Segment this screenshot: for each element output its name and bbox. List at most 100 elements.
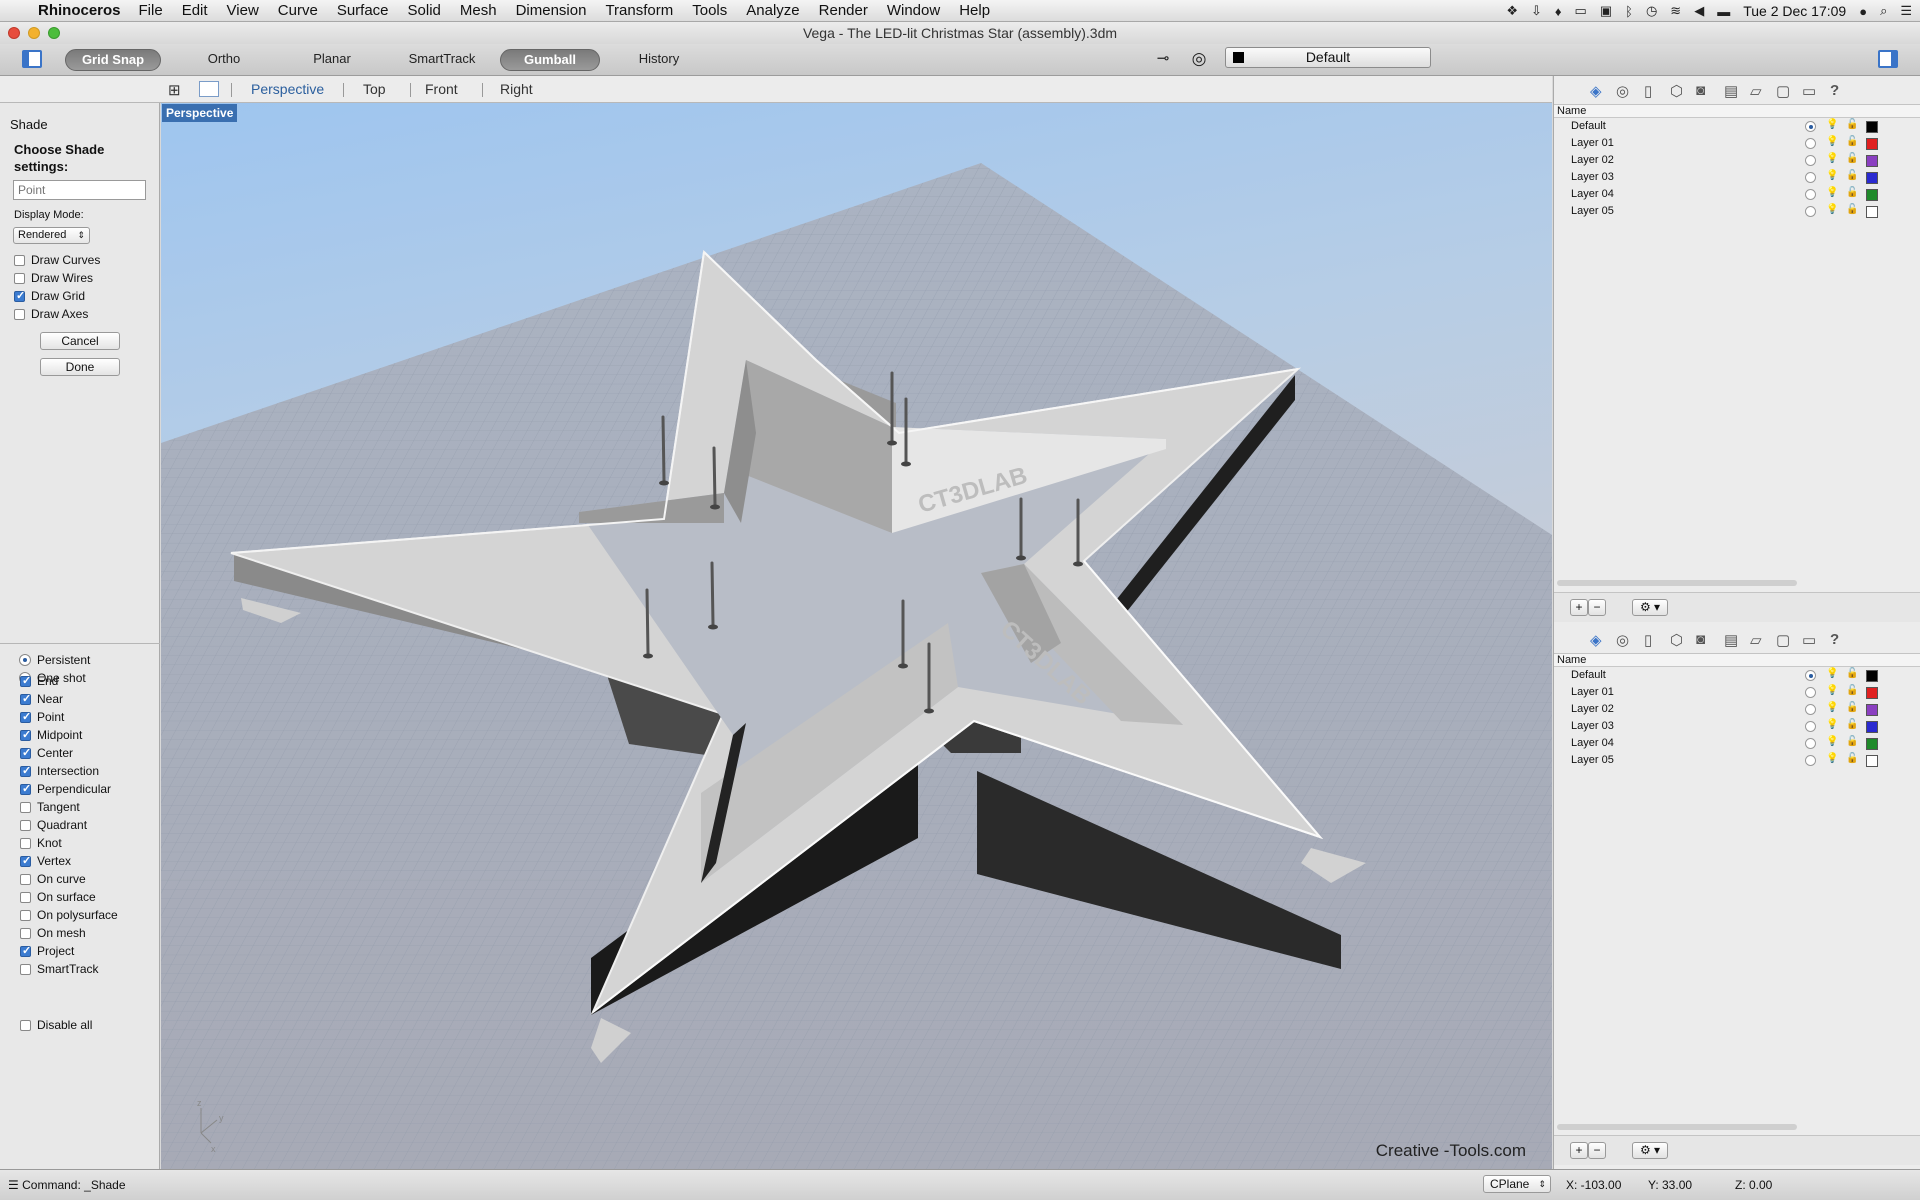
osnap-option-point[interactable]: Point xyxy=(20,710,64,724)
current-layer-radio[interactable] xyxy=(1805,172,1816,183)
remove-layer-button[interactable]: − xyxy=(1588,599,1606,616)
checkbox[interactable] xyxy=(20,692,31,705)
tab-front[interactable]: Front xyxy=(425,81,458,97)
osnap-option-midpoint[interactable]: Midpoint xyxy=(20,728,82,742)
download-icon[interactable]: ⇩ xyxy=(1531,3,1542,19)
osnap-option-center[interactable]: Center xyxy=(20,746,73,760)
layer-name[interactable]: Default xyxy=(1571,669,1606,681)
checkbox[interactable] xyxy=(20,944,31,957)
osnap-option-smarttrack[interactable]: SmartTrack xyxy=(20,962,99,976)
remove-layer-button[interactable]: − xyxy=(1588,1142,1606,1159)
layer-color-swatch[interactable] xyxy=(1866,172,1878,184)
osnap-option-tangent[interactable]: Tangent xyxy=(20,800,80,814)
layer-name[interactable]: Layer 04 xyxy=(1571,188,1614,200)
menu-mesh[interactable]: Mesh xyxy=(460,2,497,19)
layer-row[interactable]: Layer 05 💡 🔓 xyxy=(1554,203,1920,220)
layer-name[interactable]: Layer 02 xyxy=(1571,154,1614,166)
layer-visibility-icon[interactable]: 💡 xyxy=(1826,187,1838,198)
osnap-option-on-surface[interactable]: On surface xyxy=(20,890,96,904)
layer-color-swatch[interactable] xyxy=(1866,206,1878,218)
zoom-window-button[interactable] xyxy=(48,27,60,39)
model-canvas[interactable]: CT3DLAB CT3DLAB z y x xyxy=(161,103,1552,1169)
display-mode-select[interactable]: Rendered ⇕ xyxy=(13,227,90,244)
gumball-toggle[interactable]: Gumball xyxy=(500,49,600,71)
tab-perspective[interactable]: Perspective xyxy=(251,81,324,97)
menu-dimension[interactable]: Dimension xyxy=(516,2,587,19)
camera-icon[interactable]: ◙ xyxy=(1696,82,1705,99)
notes-icon[interactable]: ▱ xyxy=(1750,82,1762,100)
osnap-persistent-option[interactable]: Persistent xyxy=(19,653,90,667)
viewport-icon[interactable]: ▢ xyxy=(1776,631,1790,649)
checkbox[interactable] xyxy=(20,854,31,867)
checkbox[interactable] xyxy=(20,873,31,885)
cancel-button[interactable]: Cancel xyxy=(40,332,120,350)
document-icon[interactable]: ▯ xyxy=(1644,631,1652,649)
current-layer-radio[interactable] xyxy=(1805,738,1816,749)
layer-visibility-icon[interactable]: 💡 xyxy=(1826,719,1838,730)
osnap-option-vertex[interactable]: Vertex xyxy=(20,854,71,868)
menu-view[interactable]: View xyxy=(227,2,259,19)
menu-surface[interactable]: Surface xyxy=(337,2,389,19)
wifi-icon[interactable]: ≋ xyxy=(1670,3,1681,19)
shade-point-input[interactable] xyxy=(13,180,146,200)
layer-lock-icon[interactable]: 🔓 xyxy=(1846,119,1858,130)
osnap-disable-all-option[interactable]: Disable all xyxy=(20,1018,92,1032)
checkbox[interactable] xyxy=(20,710,31,723)
layer-visibility-icon[interactable]: 💡 xyxy=(1826,702,1838,713)
checkbox[interactable] xyxy=(14,289,25,302)
radio-button[interactable] xyxy=(19,654,31,666)
menu-analyze[interactable]: Analyze xyxy=(746,2,799,19)
camera-icon[interactable]: ◙ xyxy=(1696,631,1705,648)
layer-lock-icon[interactable]: 🔓 xyxy=(1846,702,1858,713)
grid-snap-toggle[interactable]: Grid Snap xyxy=(65,49,161,71)
osnap-option-on-curve[interactable]: On curve xyxy=(20,872,86,886)
layer-row[interactable]: Layer 04 💡 🔓 xyxy=(1554,186,1920,203)
layer-name[interactable]: Layer 01 xyxy=(1571,137,1614,149)
dropbox-icon[interactable]: ❖ xyxy=(1506,3,1518,19)
menu-render[interactable]: Render xyxy=(819,2,868,19)
layer-lock-icon[interactable]: 🔓 xyxy=(1846,136,1858,147)
layers-gear-menu[interactable]: ⚙ ▾ xyxy=(1632,599,1668,616)
checkbox[interactable] xyxy=(20,963,31,975)
layer-row[interactable]: Default 💡 🔓 xyxy=(1554,118,1920,135)
help-icon[interactable]: ? xyxy=(1830,82,1839,99)
app-menu[interactable]: Rhinoceros xyxy=(38,2,121,19)
display-icon[interactable]: ▭ xyxy=(1802,631,1816,649)
layer-row[interactable]: Layer 02 💡 🔓 xyxy=(1554,701,1920,718)
layer-lock-icon[interactable]: 🔓 xyxy=(1846,685,1858,696)
display-icon[interactable]: ▭ xyxy=(1802,82,1816,100)
osnap-option-project[interactable]: Project xyxy=(20,944,74,958)
user-icon[interactable]: ● xyxy=(1859,4,1867,19)
checkbox[interactable] xyxy=(20,746,31,759)
screen-icon[interactable]: ▭ xyxy=(1575,3,1587,19)
checkbox[interactable] xyxy=(20,801,31,813)
notes-icon[interactable]: ▱ xyxy=(1750,631,1762,649)
ortho-toggle[interactable]: Ortho xyxy=(190,49,258,71)
bluetooth-icon[interactable]: ᛒ xyxy=(1625,4,1633,19)
checkbox[interactable] xyxy=(20,909,31,921)
layer-visibility-icon[interactable]: 💡 xyxy=(1826,753,1838,764)
material-icon[interactable]: ▤ xyxy=(1724,82,1738,100)
checkbox[interactable] xyxy=(20,764,31,777)
layer-lock-icon[interactable]: 🔓 xyxy=(1846,753,1858,764)
osnap-target-icon[interactable]: ◎ xyxy=(1187,49,1211,71)
notification-icon[interactable]: ♦ xyxy=(1555,4,1562,19)
checkbox[interactable] xyxy=(14,254,25,266)
smarttrack-toggle[interactable]: SmartTrack xyxy=(397,49,487,71)
add-layer-button[interactable]: + xyxy=(1570,1142,1588,1159)
command-menu-icon[interactable]: ☰ xyxy=(8,1178,19,1192)
checkbox[interactable] xyxy=(20,674,31,687)
battery-icon[interactable]: ▬ xyxy=(1717,4,1730,19)
osnap-option-intersection[interactable]: Intersection xyxy=(20,764,99,778)
layer-color-swatch[interactable] xyxy=(1866,138,1878,150)
layer-color-swatch[interactable] xyxy=(1866,687,1878,699)
viewport-title-label[interactable]: Perspective xyxy=(162,104,238,122)
tab-top[interactable]: Top xyxy=(363,81,386,97)
draw-axes-option[interactable]: Draw Axes xyxy=(14,307,88,321)
layer-row[interactable]: Layer 05 💡 🔓 xyxy=(1554,752,1920,769)
menu-edit[interactable]: Edit xyxy=(182,2,208,19)
horizontal-scrollbar[interactable] xyxy=(1557,580,1797,586)
add-layer-button[interactable]: + xyxy=(1570,599,1588,616)
current-layer-radio[interactable] xyxy=(1805,138,1816,149)
right-panel-toggle-icon[interactable] xyxy=(1878,50,1898,68)
